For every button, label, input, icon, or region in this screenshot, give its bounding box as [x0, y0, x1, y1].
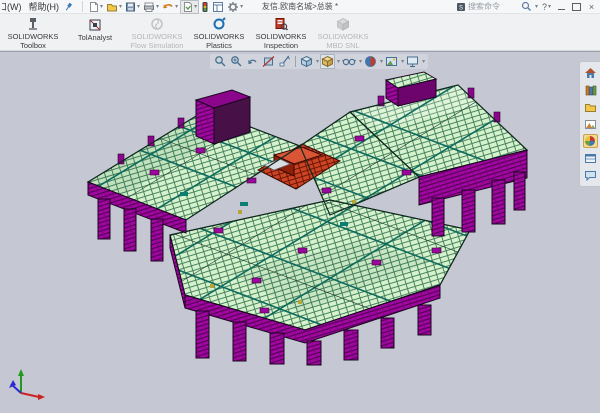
divider — [295, 56, 296, 67]
magnifier-icon — [521, 1, 532, 12]
addin-label: Inspection — [264, 41, 298, 50]
divider — [82, 1, 83, 12]
display-style-button[interactable] — [320, 54, 335, 69]
assembly-model[interactable] — [0, 52, 600, 413]
menu-help[interactable]: 帮助(H) — [29, 0, 60, 13]
quick-access-toolbar: ▾ ▾ ▾ ▾ ▾ ▾ ▾ — [87, 0, 244, 14]
task-pane — [579, 61, 600, 187]
zoom-to-area-button[interactable] — [229, 54, 244, 69]
addin-label: Flow Simulation — [131, 41, 184, 50]
addin-label: Plastics — [206, 41, 232, 50]
addin-inspection[interactable]: SOLIDWORKS Inspection — [250, 15, 312, 50]
file-explorer-tab[interactable] — [583, 100, 598, 114]
menu-bar: 窗口(W) 帮助(H) — [2, 0, 59, 13]
pin-icon[interactable] — [65, 2, 74, 12]
apply-scene-button[interactable] — [384, 54, 399, 69]
custom-properties-tab[interactable] — [583, 151, 598, 165]
menu-window[interactable]: 窗口(W) — [2, 0, 22, 13]
document-title: 友信.欧南名城>总装 * — [262, 1, 338, 12]
restore-button[interactable] — [570, 1, 583, 13]
print-button[interactable]: ▾ — [142, 1, 160, 13]
heads-up-toolbar: ▾ ▾ ▾ ▾ ▾ ▾ — [210, 54, 428, 69]
options-button[interactable]: ▾ — [226, 1, 244, 13]
addins-ribbon: SOLIDWORKS Toolbox TolAnalyst SOLIDWORKS… — [0, 14, 600, 51]
solidworks-window: 窗口(W) 帮助(H) ▾ ▾ ▾ ▾ ▾ ▾ ▾ 友信.欧南名城>总装 * S… — [0, 0, 600, 413]
titlebar-right: S 搜索命令 ▾ ?▾ × — [456, 1, 598, 13]
section-view-button[interactable] — [261, 54, 276, 69]
graphics-area[interactable]: ▾ ▾ ▾ ▾ ▾ ▾ — [0, 51, 600, 413]
performance-light-icon[interactable] — [200, 1, 210, 13]
open-button[interactable]: ▾ — [105, 1, 123, 13]
tolanalyst-icon — [88, 17, 102, 32]
solidworks-forum-tab[interactable] — [583, 168, 598, 182]
addin-label: TolAnalyst — [78, 33, 112, 42]
mbd-snl-icon — [336, 17, 350, 31]
flow-simulation-icon — [150, 17, 164, 31]
addin-solidworks-toolbox[interactable]: SOLIDWORKS Toolbox — [2, 15, 64, 50]
new-button[interactable]: ▾ — [87, 1, 104, 13]
minimize-button[interactable] — [555, 1, 568, 13]
inspection-icon — [274, 17, 288, 31]
save-button[interactable]: ▾ — [124, 1, 141, 13]
search-scope-caret[interactable]: ▾ — [535, 4, 538, 10]
addin-label: SOLIDWORKS — [318, 32, 369, 41]
addin-mbd-snl[interactable]: SOLIDWORKS MBD SNL — [312, 15, 374, 50]
addin-label: SOLIDWORKS — [256, 32, 307, 41]
addin-tolanalyst[interactable]: TolAnalyst — [64, 15, 126, 50]
solidworks-resources-tab[interactable] — [583, 66, 598, 80]
close-button[interactable]: × — [585, 1, 598, 13]
file-properties-button[interactable] — [211, 1, 225, 13]
view-settings-button[interactable] — [405, 54, 420, 69]
design-library-tab[interactable] — [583, 83, 598, 97]
addin-label: SOLIDWORKS — [194, 32, 245, 41]
zoom-to-fit-button[interactable] — [213, 54, 228, 69]
appearances-scenes-tab[interactable] — [583, 134, 598, 148]
orientation-triad — [5, 367, 53, 401]
command-search[interactable]: S 搜索命令 ▾ — [456, 1, 538, 12]
addin-label: MBD SNL — [326, 41, 359, 50]
help-button[interactable]: ?▾ — [540, 1, 553, 13]
svg-text:S: S — [459, 5, 463, 11]
search-placeholder: 搜索命令 — [468, 1, 519, 12]
addin-label: Toolbox — [20, 41, 46, 50]
view-orientation-button[interactable] — [299, 54, 314, 69]
view-palette-tab[interactable] — [583, 117, 598, 131]
rebuild-button[interactable]: ▾ — [180, 0, 199, 14]
annotation-views-button[interactable] — [277, 54, 292, 69]
toolbox-icon — [26, 17, 40, 31]
addin-label: SOLIDWORKS — [132, 32, 183, 41]
undo-button[interactable]: ▾ — [161, 1, 179, 13]
addin-plastics[interactable]: SOLIDWORKS Plastics — [188, 15, 250, 50]
search-app-icon: S — [456, 2, 466, 12]
hide-show-items-button[interactable] — [341, 54, 357, 69]
plastics-icon — [212, 17, 226, 31]
addin-label: SOLIDWORKS — [8, 32, 59, 41]
previous-view-button[interactable] — [245, 54, 260, 69]
addin-flow-simulation[interactable]: SOLIDWORKS Flow Simulation — [126, 15, 188, 50]
title-bar: 窗口(W) 帮助(H) ▾ ▾ ▾ ▾ ▾ ▾ ▾ 友信.欧南名城>总装 * S… — [0, 0, 600, 14]
edit-appearance-button[interactable] — [363, 54, 378, 69]
